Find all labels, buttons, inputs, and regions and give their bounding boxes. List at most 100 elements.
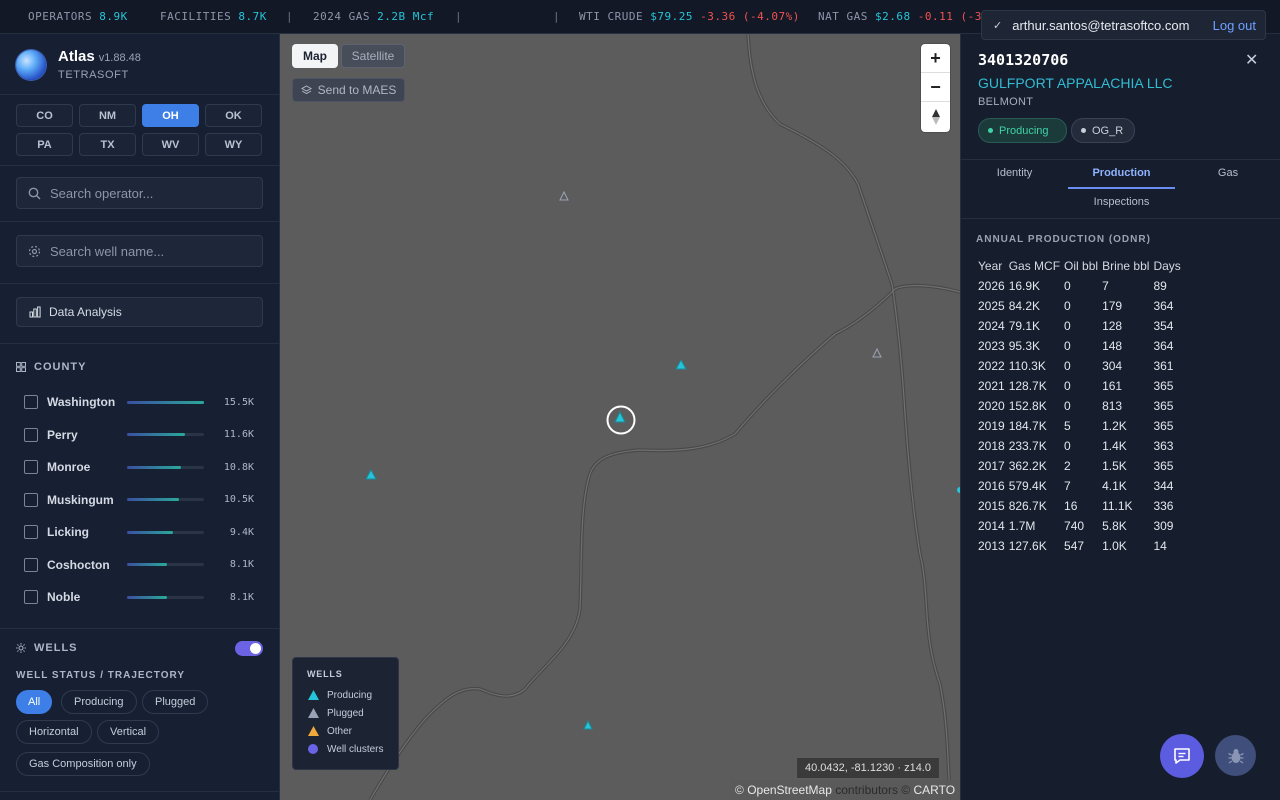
satellite-view-button[interactable]: Satellite: [341, 44, 405, 68]
state-button-wv[interactable]: WV: [142, 133, 199, 156]
county-name: Perry: [47, 427, 78, 442]
status-badge: Producing: [978, 118, 1067, 143]
close-icon[interactable]: ✕: [1245, 50, 1258, 70]
logout-link[interactable]: Log out: [1213, 18, 1256, 33]
zoom-out-button[interactable]: −: [921, 73, 950, 102]
table-cell: 184.7K: [1008, 419, 1047, 433]
state-button-co[interactable]: CO: [16, 104, 73, 127]
col-brine: Brine bbl: [1102, 259, 1150, 273]
county-checkbox[interactable]: [24, 460, 38, 474]
table-cell: 11.1K: [1102, 499, 1133, 513]
filter-chip-all[interactable]: All: [16, 690, 53, 714]
county-checkbox[interactable]: [24, 492, 38, 507]
tab-gas[interactable]: Gas: [1175, 167, 1280, 179]
table-cell: 2026: [978, 279, 1005, 293]
ticker-wti: WTI CRUDE $79.25 -3.36 (-4.07%): [579, 10, 800, 23]
filter-chip-producing[interactable]: Producing: [61, 690, 137, 714]
ticker-facilities: FACILITIES 8.7K: [160, 10, 267, 23]
tab-identity[interactable]: Identity: [961, 167, 1068, 179]
well-search: [16, 235, 263, 267]
table-cell: 354: [1153, 319, 1174, 333]
table-row: 2016 579.4K 7 4.1K 344: [976, 476, 1183, 496]
county-checkbox[interactable]: [24, 395, 38, 409]
zoom-controls: + −: [921, 44, 950, 132]
well-status-subtitle: WELL STATUS / TRAJECTORY: [16, 670, 186, 681]
chat-button[interactable]: [1160, 734, 1204, 778]
filter-chip-gas-composition[interactable]: Gas Composition only: [16, 752, 150, 776]
well-marker-producing[interactable]: [365, 468, 377, 480]
maes-label: Send to MAES: [317, 83, 397, 97]
table-cell: 95.3K: [1008, 339, 1041, 353]
table-cell: 365: [1153, 419, 1174, 433]
sidebar: Atlas v1.88.48 TETRASOFT CO NM OH OK PA T…: [0, 34, 280, 800]
table-cell: 365: [1153, 379, 1174, 393]
county-bar-fill: [127, 563, 168, 566]
operator-link[interactable]: GULFPORT APPALACHIA LLC: [978, 75, 1173, 91]
table-cell: 1.4K: [1102, 439, 1127, 453]
state-button-wy[interactable]: WY: [205, 133, 262, 156]
table-cell: 233.7K: [1008, 439, 1047, 453]
state-button-tx[interactable]: TX: [79, 133, 136, 156]
triangle-icon: [307, 725, 319, 737]
well-marker-selected[interactable]: [614, 410, 626, 423]
well-marker-producing[interactable]: [675, 358, 687, 370]
table-header-row: Year Gas MCF Oil bbl Brine bbl Days: [976, 256, 1183, 276]
county-checkbox[interactable]: [24, 590, 38, 604]
data-analysis-label: Data Analysis: [49, 305, 122, 319]
table-row: 2023 95.3K 0 148 364: [976, 336, 1183, 356]
table-cell: 0: [1064, 399, 1071, 413]
county-name: Muskingum: [47, 492, 114, 507]
bug-report-button[interactable]: [1215, 735, 1256, 776]
county-row: Coshocton 8.1K: [24, 555, 264, 575]
state-button-ok[interactable]: OK: [205, 104, 262, 127]
table-cell: 2015: [978, 499, 1005, 513]
well-marker-plugged[interactable]: [559, 190, 569, 201]
table-cell: 5.8K: [1102, 519, 1127, 533]
county-checkbox[interactable]: [24, 427, 38, 442]
legend-item-clusters: Well clusters: [307, 740, 398, 758]
search-operator-input[interactable]: [50, 185, 250, 201]
county-checkbox[interactable]: [24, 557, 38, 572]
tab-inspections[interactable]: Inspections: [1068, 196, 1175, 208]
county-bar: [127, 498, 204, 501]
state-button-nm[interactable]: NM: [79, 104, 136, 127]
table-row: 2024 79.1K 0 128 354: [976, 316, 1183, 336]
filter-chip-horizontal[interactable]: Horizontal: [16, 720, 92, 744]
well-marker-plugged[interactable]: [872, 347, 882, 358]
table-cell: 179: [1102, 299, 1123, 313]
send-to-maes-button[interactable]: Send to MAES: [292, 78, 405, 102]
sun-icon: [16, 643, 26, 653]
map-canvas[interactable]: Map Satellite Send to MAES + − WELLS Pro…: [280, 34, 960, 800]
col-oil: Oil bbl: [1064, 259, 1099, 273]
reset-bearing-button[interactable]: [921, 102, 950, 131]
well-marker-producing[interactable]: [583, 719, 593, 730]
tab-production[interactable]: Production: [1068, 167, 1175, 179]
county-count: 11.6K: [223, 429, 254, 440]
filter-chip-plugged[interactable]: Plugged: [142, 690, 209, 714]
ticker-separator: |: [286, 10, 294, 23]
table-cell: 344: [1153, 479, 1174, 493]
ticker-separator: |: [455, 10, 463, 23]
county-bar: [127, 530, 204, 534]
search-well-input[interactable]: [50, 243, 250, 259]
filter-chip-vertical[interactable]: Vertical: [97, 720, 160, 744]
table-cell: 152.8K: [1008, 399, 1047, 413]
state-button-oh[interactable]: OH: [142, 104, 199, 127]
table-cell: 304: [1102, 359, 1123, 373]
state-button-pa[interactable]: PA: [16, 133, 73, 156]
table-cell: 110.3K: [1008, 359, 1046, 373]
table-cell: 0: [1064, 279, 1071, 293]
table-cell: 89: [1153, 279, 1167, 293]
osm-link[interactable]: OpenStreetMap: [747, 783, 832, 797]
divider: [0, 165, 279, 166]
map-legend: WELLS Producing Plugged Other Well clust…: [292, 657, 399, 770]
zoom-in-button[interactable]: +: [921, 44, 950, 73]
carto-link[interactable]: CARTO: [913, 783, 955, 797]
toggle-knob: [250, 643, 261, 654]
map-view-button[interactable]: Map: [292, 44, 338, 68]
data-analysis-button[interactable]: Data Analysis: [16, 297, 263, 327]
wells-toggle[interactable]: [235, 641, 263, 656]
county-checkbox[interactable]: [24, 525, 38, 539]
table-cell: 7: [1102, 279, 1109, 293]
county-name: Coshocton: [47, 557, 110, 572]
